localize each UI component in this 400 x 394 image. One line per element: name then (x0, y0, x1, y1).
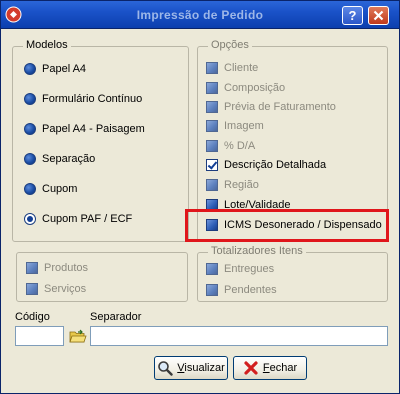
fechar-button[interactable]: Fechar (233, 356, 307, 380)
radio-formulario-continuo[interactable]: Formulário Contínuo (24, 91, 142, 107)
radio-label: Formulário Contínuo (42, 93, 143, 105)
fechar-label-rest: echar (269, 362, 298, 374)
separador-input[interactable] (90, 326, 388, 346)
checkbox-indicator (206, 263, 218, 275)
checkbox-servicos[interactable]: Serviços (26, 281, 86, 297)
radio-indicator-selected (24, 213, 36, 225)
radio-cupom-paf-ecf[interactable]: Cupom PAF / ECF (24, 211, 132, 227)
checkbox-label: Pendentes (224, 284, 277, 296)
checkbox-regiao[interactable]: Região (206, 177, 259, 193)
opcoes-legend: Opções (208, 39, 252, 51)
close-button[interactable] (368, 6, 389, 25)
radio-label: Cupom PAF / ECF (42, 213, 133, 225)
separador-label: Separador (90, 311, 142, 323)
radio-label: Cupom (42, 183, 78, 195)
checkbox-indicator (206, 62, 218, 74)
totalizadores-legend: Totalizadores Itens (208, 245, 306, 257)
radio-indicator (24, 63, 36, 75)
radio-indicator (24, 123, 36, 135)
checkbox-produtos[interactable]: Produtos (26, 260, 88, 276)
radio-label: Separação (42, 153, 96, 165)
close-icon (373, 10, 384, 21)
radio-indicator (24, 153, 36, 165)
visualizar-button[interactable]: Visualizar (154, 356, 228, 380)
checkbox-label: Prévia de Faturamento (224, 101, 336, 113)
checkbox-indicator (26, 283, 38, 295)
checkbox-previa-faturamento[interactable]: Prévia de Faturamento (206, 99, 336, 115)
checkbox-label: Cliente (224, 62, 259, 74)
highlight-box (185, 209, 389, 242)
checkbox-entregues[interactable]: Entregues (206, 261, 274, 277)
checkbox-label: Serviços (44, 283, 87, 295)
radio-indicator (24, 183, 36, 195)
checkbox-desconto-acrescimo[interactable]: % D/A (206, 138, 255, 154)
checkbox-checked-indicator (206, 159, 218, 171)
checkbox-label: % D/A (224, 140, 256, 152)
red-x-icon (244, 361, 258, 375)
radio-label: Papel A4 (42, 63, 87, 75)
checkbox-indicator (206, 101, 218, 113)
modelos-legend: Modelos (23, 39, 71, 51)
checkbox-indicator (206, 82, 218, 94)
title-bar[interactable]: Impressão de Pedido ? (1, 1, 399, 29)
folder-browse-icon[interactable] (69, 329, 87, 343)
checkbox-indicator (206, 120, 218, 132)
radio-papel-a4[interactable]: Papel A4 (24, 61, 86, 77)
help-button[interactable]: ? (342, 6, 363, 25)
radio-label: Papel A4 - Paisagem (42, 123, 145, 135)
checkbox-descricao-detalhada[interactable]: Descrição Detalhada (206, 157, 326, 173)
radio-indicator (24, 93, 36, 105)
checkbox-indicator (26, 262, 38, 274)
codigo-label: Código (15, 311, 50, 323)
visualizar-label-rest: isualizar (184, 362, 225, 374)
checkbox-cliente[interactable]: Cliente (206, 60, 258, 76)
radio-papel-a4-paisagem[interactable]: Papel A4 - Paisagem (24, 121, 145, 137)
visualizar-label: Visualizar (177, 362, 225, 374)
checkbox-label: Composição (224, 82, 286, 94)
checkbox-label: Imagem (224, 120, 264, 132)
checkbox-label: Região (224, 179, 259, 191)
checkbox-indicator (206, 140, 218, 152)
magnifier-icon (158, 361, 173, 376)
fechar-label: Fechar (263, 362, 297, 374)
checkbox-imagem[interactable]: Imagem (206, 118, 264, 134)
window-title: Impressão de Pedido (136, 8, 264, 22)
checkbox-label: Entregues (224, 263, 275, 275)
radio-cupom[interactable]: Cupom (24, 181, 77, 197)
checkbox-indicator (206, 179, 218, 191)
fechar-hotkey: F (262, 362, 270, 374)
checkbox-indicator (206, 284, 218, 296)
codigo-input[interactable] (15, 326, 64, 346)
radio-separacao[interactable]: Separação (24, 151, 95, 167)
checkbox-label: Produtos (44, 262, 89, 274)
checkbox-label: Descrição Detalhada (224, 159, 327, 171)
checkbox-composicao[interactable]: Composição (206, 80, 285, 96)
print-order-dialog: Impressão de Pedido ? Modelos Papel A4 F… (0, 0, 400, 394)
checkbox-pendentes[interactable]: Pendentes (206, 282, 277, 298)
